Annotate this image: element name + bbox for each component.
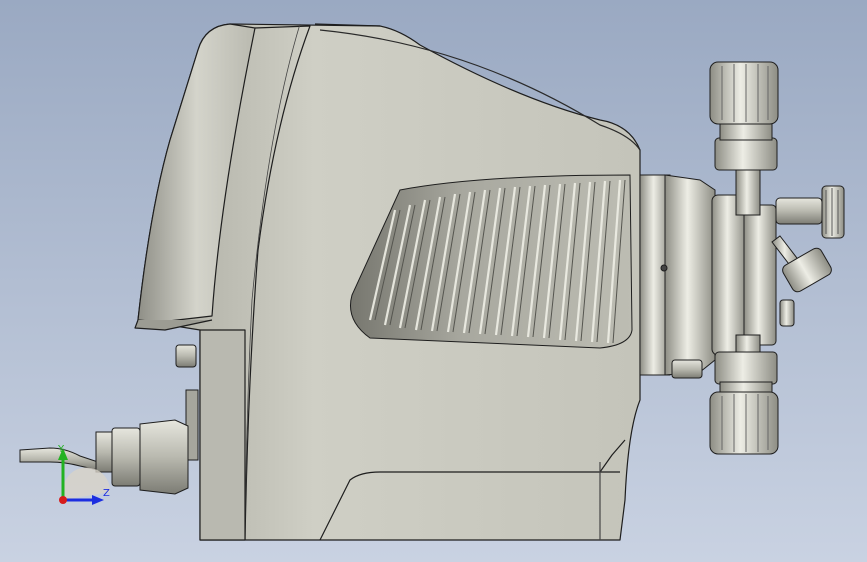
lower-valve (709, 334, 779, 455)
triad-x-axis (59, 496, 67, 504)
triad-y-label: Y (57, 444, 65, 455)
model-canvas[interactable]: Y Z (0, 0, 867, 562)
cad-viewport[interactable]: Y Z (0, 0, 867, 562)
triad-z-label: Z (103, 488, 110, 499)
